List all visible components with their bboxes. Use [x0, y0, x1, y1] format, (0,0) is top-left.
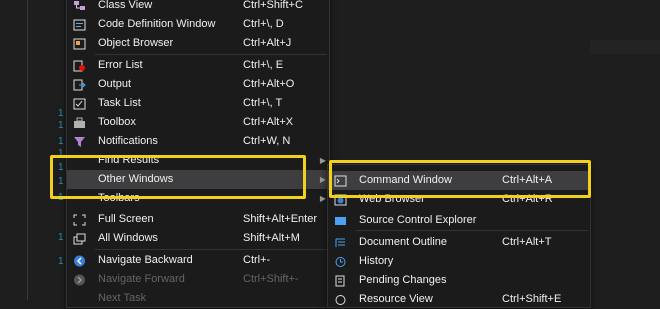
menu-item-navigate-forward[interactable]: Navigate Forward Ctrl+Shift+- — [67, 270, 329, 289]
menu-item-error-list[interactable]: Error List Ctrl+\, E — [67, 56, 329, 75]
menu-item-pending-changes[interactable]: Pending Changes — [328, 271, 590, 290]
menu-item-full-screen[interactable]: Full Screen Shift+Alt+Enter — [67, 210, 329, 229]
code-definition-icon — [72, 18, 86, 31]
chevron-right-icon: ▶ — [319, 156, 326, 165]
document-outline-icon — [333, 236, 347, 249]
error-list-icon — [72, 59, 86, 72]
menu-item-navigate-backward[interactable]: Navigate Backward Ctrl+- — [67, 251, 329, 270]
history-icon — [333, 255, 347, 268]
menu-item-class-view[interactable]: Class View Ctrl+Shift+C — [67, 0, 329, 15]
object-browser-icon — [72, 37, 86, 50]
menu-separator — [356, 230, 588, 231]
menu-item-output[interactable]: Output Ctrl+Alt+O — [67, 75, 329, 94]
menu-item-next-task[interactable]: Next Task — [67, 289, 329, 308]
editor-background — [590, 0, 660, 300]
chevron-right-icon: ▶ — [319, 175, 326, 184]
menu-item-all-windows[interactable]: All Windows Shift+Alt+M — [67, 229, 329, 248]
navigate-forward-icon — [72, 273, 86, 286]
navigate-backward-icon — [72, 254, 86, 267]
menu-item-history[interactable]: History — [328, 252, 590, 271]
task-list-icon — [72, 97, 86, 110]
view-menu: Class View Ctrl+Shift+C Code Definition … — [66, 0, 330, 308]
class-view-icon — [72, 0, 86, 12]
menu-item-document-outline[interactable]: Document Outline Ctrl+Alt+T — [328, 233, 590, 252]
line-marker: 1 — [58, 108, 64, 119]
menu-item-source-control-explorer[interactable]: Source Control Explorer — [328, 211, 590, 230]
highlight-box-command-window — [329, 160, 591, 198]
all-windows-icon — [72, 232, 86, 245]
full-screen-icon — [72, 213, 86, 226]
menu-item-code-definition-window[interactable]: Code Definition Window Ctrl+\, D — [67, 15, 329, 34]
menu-item-task-list[interactable]: Task List Ctrl+\, T — [67, 94, 329, 113]
line-marker: 1 — [58, 232, 64, 243]
menu-separator — [95, 54, 327, 55]
line-marker: 1 — [58, 120, 64, 131]
toolbox-icon — [72, 116, 86, 129]
menu-item-toolbox[interactable]: Toolbox Ctrl+Alt+X — [67, 113, 329, 132]
menu-item-notifications[interactable]: Notifications Ctrl+W, N — [67, 132, 329, 151]
output-icon — [72, 78, 86, 91]
editor-margin — [0, 0, 66, 300]
menu-item-object-browser[interactable]: Object Browser Ctrl+Alt+J — [67, 34, 329, 53]
chevron-right-icon: ▶ — [319, 194, 326, 203]
pending-changes-icon — [333, 274, 347, 287]
source-control-explorer-icon — [333, 214, 347, 227]
line-marker: 1 — [58, 256, 64, 267]
notifications-icon — [72, 135, 86, 148]
highlight-box-other-windows — [50, 155, 306, 199]
editor-gutter-line — [27, 0, 28, 300]
menu-separator — [95, 249, 327, 250]
line-marker: 1 — [58, 136, 64, 147]
